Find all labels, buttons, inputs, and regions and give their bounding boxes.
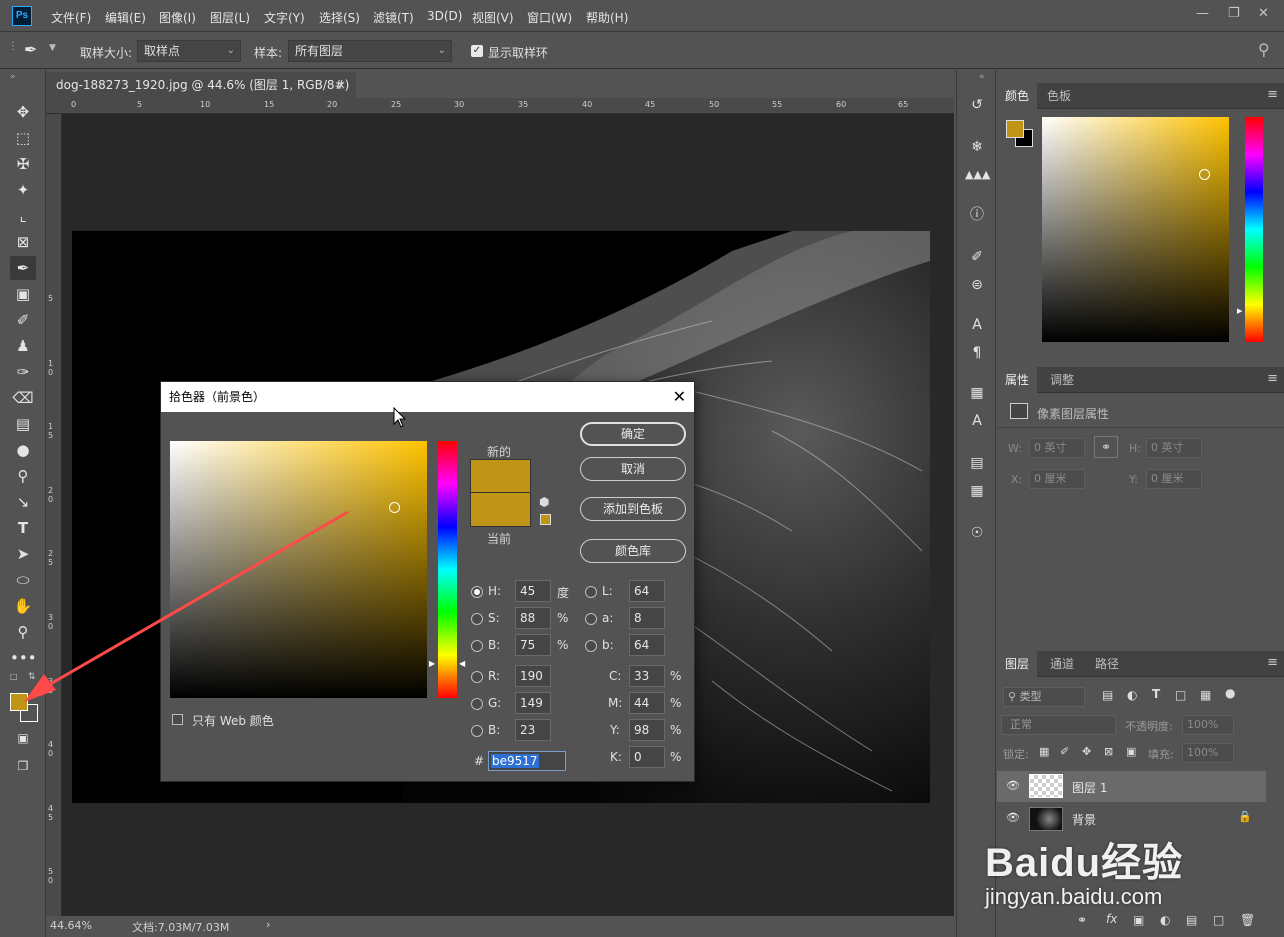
adjustment-layer-icon[interactable]: ◐ (1160, 913, 1170, 927)
panel-hue-arrow-icon[interactable]: ▶ (1237, 307, 1242, 315)
status-menu-arrow[interactable]: › (266, 918, 270, 931)
tab-properties[interactable]: 属性 (997, 367, 1038, 393)
x-input[interactable]: 0 厘米 (1029, 469, 1085, 489)
layer-thumbnail (1029, 807, 1063, 831)
lock-transparent-icon[interactable]: ▦ (1039, 745, 1049, 758)
new-layer-icon[interactable]: □ (1213, 913, 1224, 927)
brush-settings-icon[interactable]: ❄ (965, 136, 989, 158)
character-panel-icon[interactable]: A (965, 314, 989, 336)
opacity-label: 不透明度: (1125, 720, 1173, 733)
color-panel: 颜色 色板 ≡ ▶ (997, 83, 1284, 365)
fx-icon[interactable]: fx (1106, 912, 1117, 926)
lock-label: 锁定: (1003, 748, 1029, 761)
lock-pixels-icon[interactable]: ✐ (1060, 745, 1069, 758)
y-label: Y: (1129, 473, 1138, 486)
h-input[interactable]: 0 英寸 (1146, 438, 1202, 458)
h-label: H: (1129, 442, 1141, 455)
properties-panel: 属性 调整 ≡ 像素图层属性 W: 0 英寸 ⚭ H: 0 英寸 X: 0 厘米… (997, 367, 1284, 645)
tab-adjustments[interactable]: 调整 (1042, 367, 1082, 393)
history-panel-icon[interactable]: ↺ (965, 94, 989, 116)
info-panel-icon[interactable]: ⓘ (965, 204, 989, 226)
brushes-panel-icon[interactable]: ▲▲▲ (965, 164, 990, 186)
lock-artboard-icon[interactable]: ⊠ (1104, 745, 1113, 758)
watermark-brand: Baidu经验 (985, 841, 1184, 885)
search-icon: ⚲ (1008, 690, 1017, 703)
layer-filter-value: 类型 (1019, 690, 1042, 703)
w-label: W: (1008, 442, 1022, 455)
arrow-head (24, 674, 56, 702)
link-layers-icon[interactable]: ⚭ (1077, 913, 1087, 927)
filter-smart-object-icon[interactable]: ▦ (1200, 688, 1211, 702)
layer-name: 背景 (1072, 813, 1097, 827)
w-input[interactable]: 0 英寸 (1029, 438, 1085, 458)
status-bar: 44.64% 文档:7.03M/7.03M › (46, 916, 954, 937)
layers-panel-tabs: 图层 通道 路径 ≡ (997, 651, 1284, 677)
lock-all-icon[interactable]: ▣ (1126, 745, 1136, 758)
fill-label: 填充: (1148, 748, 1174, 761)
filter-type-icon[interactable]: T (1152, 687, 1160, 701)
new-group-icon[interactable]: ▤ (1186, 913, 1197, 927)
lock-icon: 🔒 (1238, 810, 1252, 823)
panel-icon-dock: « ↺ ❄ ▲▲▲ ⓘ ✐ ⊜ A ¶ ▦ A ▤ ▦ ☉ (956, 70, 996, 937)
fill-input[interactable]: 100% (1182, 743, 1234, 763)
tab-swatches[interactable]: 色板 (1039, 83, 1079, 109)
tab-layers[interactable]: 图层 (997, 651, 1038, 677)
actions-panel-icon[interactable]: ▦ (965, 480, 989, 502)
tool-presets-icon[interactable]: ⊜ (965, 274, 989, 296)
panel-hue-slider[interactable] (1245, 117, 1263, 342)
add-mask-icon[interactable]: ▣ (1133, 913, 1144, 927)
properties-icon[interactable]: ☉ (965, 522, 989, 544)
zoom-level[interactable]: 44.64% (50, 919, 92, 932)
y-input[interactable]: 0 厘米 (1146, 469, 1202, 489)
document-size: 文档:7.03M/7.03M (132, 921, 230, 934)
collapse-icon[interactable]: « (979, 72, 985, 82)
eye-icon[interactable]: 👁 (1006, 811, 1020, 824)
tab-channels[interactable]: 通道 (1042, 651, 1082, 677)
character-styles-icon[interactable]: ▦ (965, 382, 989, 404)
filter-toggle-icon[interactable]: ● (1225, 686, 1235, 700)
blend-mode-value: 正常 (1010, 718, 1032, 731)
notes-panel-icon[interactable]: ▤ (965, 452, 989, 474)
filter-pixel-icon[interactable]: ▤ (1102, 688, 1113, 702)
tab-paths[interactable]: 路径 (1087, 651, 1127, 677)
lock-position-icon[interactable]: ✥ (1082, 745, 1091, 758)
filter-adjustment-icon[interactable]: ◐ (1127, 688, 1137, 702)
filter-shape-icon[interactable]: □ (1175, 688, 1186, 702)
properties-title: 像素图层属性 (1037, 407, 1110, 421)
panel-color-field[interactable] (1042, 117, 1229, 342)
opacity-input[interactable]: 100% (1182, 715, 1234, 735)
delete-layer-icon[interactable]: 🗑 (1240, 913, 1255, 927)
layer-thumbnail (1029, 774, 1063, 798)
paragraph-styles-icon[interactable]: A (965, 410, 989, 432)
layer-filter-select[interactable]: ⚲ 类型 (1003, 687, 1085, 707)
pixel-layer-icon (1010, 403, 1028, 419)
panel-foreground-swatch[interactable] (1006, 120, 1024, 138)
properties-panel-tabs: 属性 调整 ≡ (997, 367, 1284, 393)
layer-name: 图层 1 (1072, 781, 1108, 795)
brush-presets-icon[interactable]: ✐ (965, 246, 989, 268)
panel-menu-icon[interactable]: ≡ (1267, 87, 1278, 102)
blend-mode-select[interactable]: 正常 (1001, 715, 1116, 735)
baidu-watermark: Baidu经验 jingyan.baidu.com (985, 830, 1183, 910)
tab-color[interactable]: 颜色 (997, 83, 1038, 109)
panel-menu-icon[interactable]: ≡ (1267, 371, 1278, 386)
arrow-to-foreground-swatch (39, 510, 349, 692)
paragraph-panel-icon[interactable]: ¶ (965, 342, 989, 364)
panel-menu-icon[interactable]: ≡ (1267, 655, 1278, 670)
divider (997, 427, 1284, 428)
color-panel-tabs: 颜色 色板 ≡ (997, 83, 1284, 109)
link-icon[interactable]: ⚭ (1094, 436, 1118, 458)
watermark-url: jingyan.baidu.com (985, 884, 1163, 909)
layer-row[interactable]: 👁 图层 1 (997, 771, 1266, 802)
x-label: X: (1011, 473, 1023, 486)
eye-icon[interactable]: 👁 (1006, 779, 1020, 792)
panel-color-marker[interactable] (1199, 169, 1210, 180)
